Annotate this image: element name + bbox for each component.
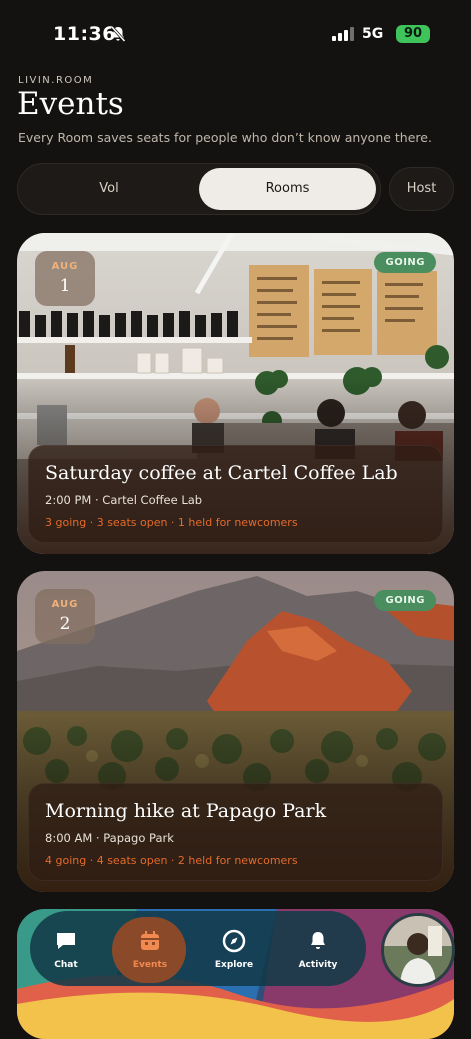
event-stats: 3 going · 3 seats open · 1 held for newc… [45,516,298,529]
tab-label: Activity [298,960,338,970]
date-day: 1 [59,276,71,296]
calendar-icon [141,931,159,950]
event-card[interactable]: AUG 1 GOING Saturday coffee at Cartel Co… [17,233,454,554]
date-badge: AUG 2 [35,589,95,644]
signal-icon [332,27,354,41]
date-day: 2 [59,614,71,634]
tab-events[interactable]: Events [112,911,186,986]
segment-rooms[interactable]: Rooms [199,168,376,210]
tab-label: Explore [214,960,254,970]
brand-eyebrow: LIVIN.ROOM [18,75,94,86]
date-badge: AUG 1 [35,251,95,306]
event-info-panel: Morning hike at Papago Park 8:00 AM · Pa… [28,783,443,881]
event-time-location: 8:00 AM · Papago Park [45,831,174,845]
bell-icon [311,932,325,949]
page-subtitle: Every Room saves seats for people who do… [18,130,432,145]
muted-bell-icon [110,26,126,42]
battery-indicator: 90 [396,25,430,43]
chat-icon [57,933,75,949]
tab-label: Chat [54,960,78,970]
status-time: 11:36 [53,23,116,45]
date-month: AUG [51,599,79,610]
segmented-control: Vol Rooms [17,163,381,215]
network-label: 5G [362,26,384,42]
compass-icon [222,929,246,953]
tab-explore[interactable]: Explore [198,911,270,986]
tab-label: Events [132,960,168,970]
status-badge: GOING [374,590,436,611]
segment-vol[interactable]: Vol [18,164,200,214]
host-button[interactable]: Host [389,167,454,211]
event-title: Morning hike at Papago Park [45,800,327,822]
tab-activity[interactable]: Activity [282,911,354,986]
avatar[interactable] [381,913,455,987]
page-title: Events [17,86,124,122]
status-bar: 11:36 5G 90 [0,0,471,70]
event-card[interactable]: AUG 2 GOING Morning hike at Papago Park … [17,571,454,892]
status-badge: GOING [374,252,436,273]
profile-photo [384,916,452,984]
date-month: AUG [51,261,79,272]
event-stats: 4 going · 4 seats open · 2 held for newc… [45,854,298,867]
tab-chat[interactable]: Chat [30,911,102,986]
event-time-location: 2:00 PM · Cartel Coffee Lab [45,493,203,507]
event-title: Saturday coffee at Cartel Coffee Lab [45,462,398,484]
bottom-tab-bar: Chat Events Explore Activity [30,911,366,986]
event-info-panel: Saturday coffee at Cartel Coffee Lab 2:0… [28,445,443,543]
